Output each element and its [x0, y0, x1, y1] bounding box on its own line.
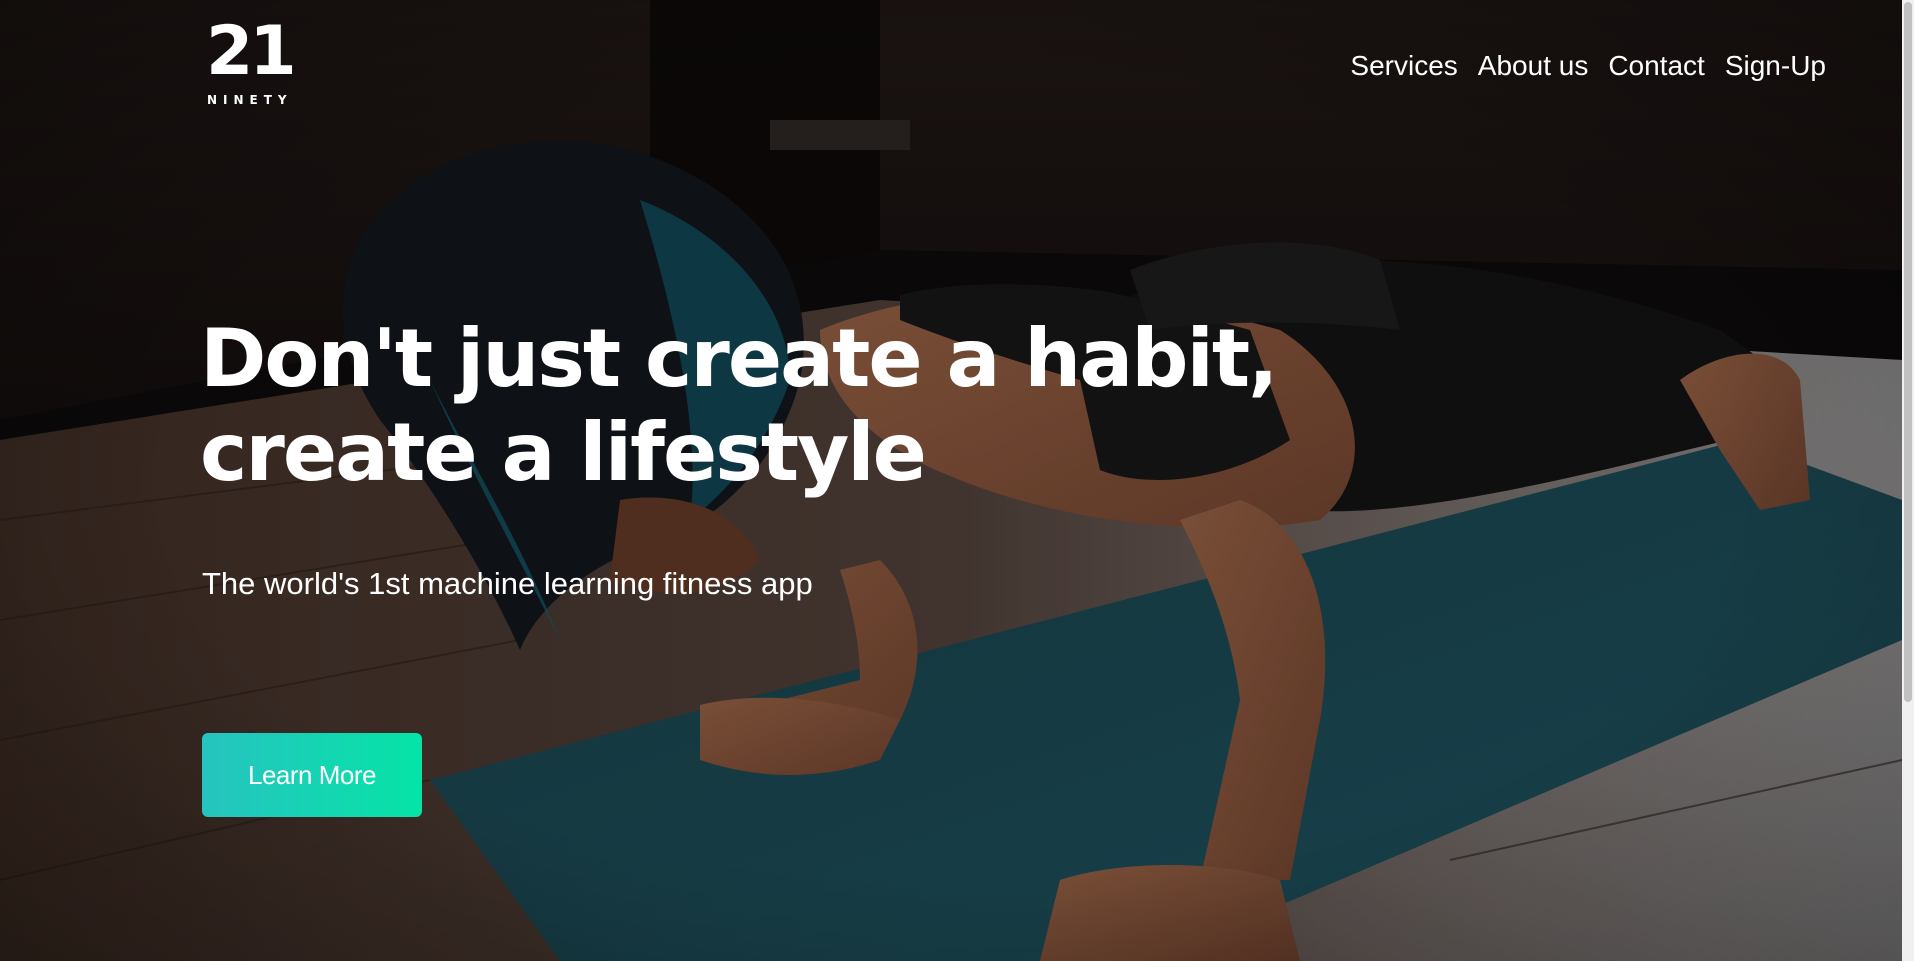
brand-logo[interactable]: 21 NINETY	[206, 18, 306, 110]
hero-subtitle: The world's 1st machine learning fitness…	[202, 566, 813, 601]
hero-headline: Don't just create a habit, create a life…	[200, 312, 1400, 500]
top-navigation: Services About us Contact Sign-Up	[1350, 46, 1826, 86]
hero-section: 21 NINETY Services About us Contact Sign…	[0, 0, 1902, 961]
learn-more-button[interactable]: Learn More	[202, 733, 422, 817]
scrollbar-thumb[interactable]	[1904, 2, 1912, 702]
page-scrollbar[interactable]	[1902, 0, 1914, 961]
nav-link-contact[interactable]: Contact	[1608, 46, 1705, 86]
hero-headline-line-1: Don't just create a habit,	[200, 312, 1279, 405]
logo-wordmark: NINETY	[207, 93, 293, 107]
nav-link-about-us[interactable]: About us	[1478, 46, 1589, 86]
logo-number: 21	[206, 12, 297, 91]
nav-link-sign-up[interactable]: Sign-Up	[1725, 46, 1826, 86]
hero-headline-line-2: create a lifestyle	[200, 406, 927, 499]
nav-link-services[interactable]: Services	[1350, 46, 1457, 86]
